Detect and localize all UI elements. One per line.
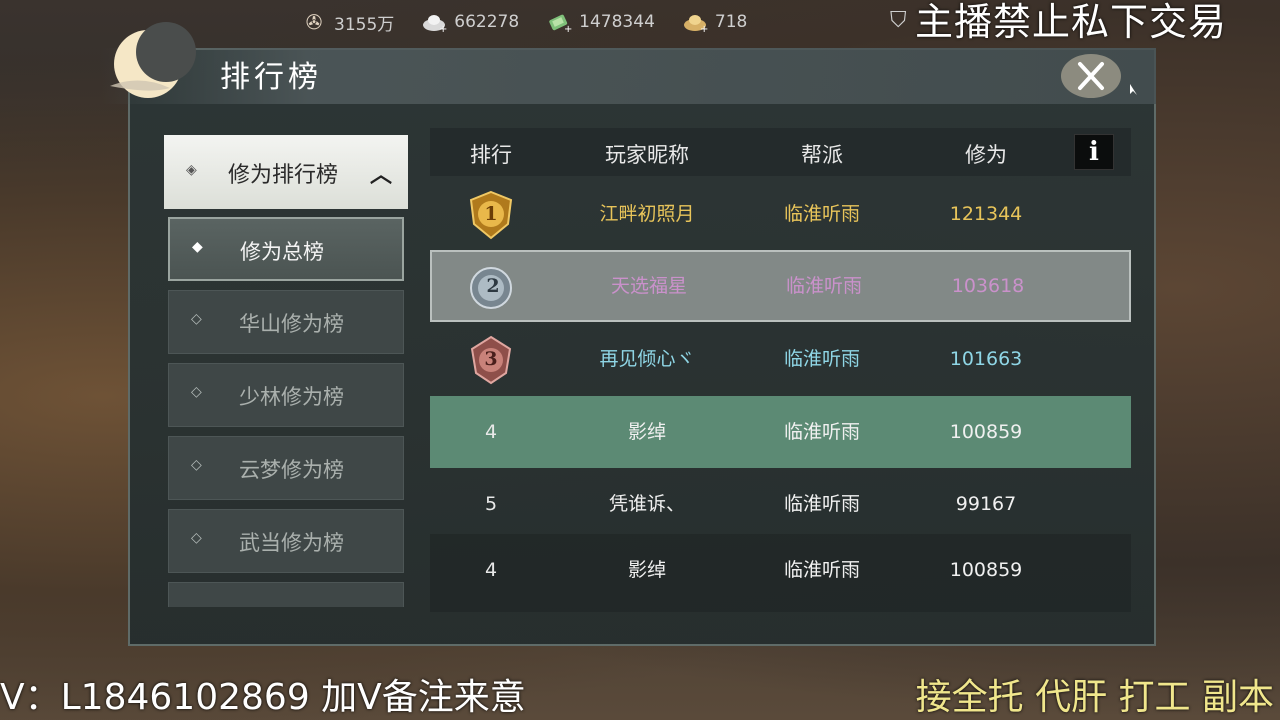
sidebar-item-label: 武当修为榜 <box>239 531 344 555</box>
currency-gold-value: 718 <box>714 12 748 32</box>
film-reel-icon: ✇ <box>305 10 323 34</box>
score: 99167 <box>955 493 1017 515</box>
score: 100859 <box>949 421 1023 443</box>
sidebar-item-shaolin[interactable]: ◇ 少林修为榜 <box>168 363 404 427</box>
rank-cell: 2 <box>486 275 500 297</box>
diamond-icon: ◇ <box>191 457 202 473</box>
shield-icon[interactable]: ⛉ <box>890 8 907 33</box>
table-row-self[interactable]: 4 影绰 临淮听雨 100859 <box>430 396 1131 468</box>
score: 100859 <box>949 559 1023 581</box>
sidebar-item-yunmeng[interactable]: ◇ 云梦修为榜 <box>168 436 404 500</box>
player-name: 天选福星 <box>610 275 688 297</box>
guild-name: 临淮听雨 <box>783 203 861 225</box>
header-guild: 帮派 <box>801 143 843 167</box>
rank-cell: 3 <box>484 348 498 370</box>
guild-name: 临淮听雨 <box>783 559 861 581</box>
rank-cell: 4 <box>484 421 498 443</box>
sidebar: ◈ 修为排行榜 ︿ ◆ 修为总榜 ◇ 华山修为榜 ◇ 少林修为榜 ◇ 云梦修为榜… <box>164 135 408 607</box>
diamond-icon: ◇ <box>191 530 202 546</box>
player-name: 影绰 <box>627 421 667 443</box>
score: 101663 <box>949 348 1023 370</box>
guild-name: 临淮听雨 <box>783 348 861 370</box>
window-title: 排行榜 <box>220 60 322 95</box>
double-diamond-icon: ◈ <box>186 162 197 178</box>
svg-text:+: + <box>700 24 708 33</box>
sidebar-item-more[interactable] <box>168 582 404 607</box>
sidebar-item-label: 修为总榜 <box>240 240 324 264</box>
sidebar-item-wudang[interactable]: ◇ 武当修为榜 <box>168 509 404 573</box>
table-header: 排行 玩家昵称 帮派 修为 i <box>430 128 1131 176</box>
close-icon[interactable] <box>1058 50 1124 102</box>
sidebar-item-label: 云梦修为榜 <box>239 458 344 482</box>
rank-cell: 5 <box>484 493 498 515</box>
guild-name: 临淮听雨 <box>783 493 861 515</box>
silver-ingot-icon: + <box>420 10 448 34</box>
currency-film[interactable]: ✇ 3155万 <box>300 10 395 35</box>
category-label: 修为排行榜 <box>228 163 339 188</box>
service-overlay-text: 接全托 代肝 打工 副本 <box>915 677 1274 718</box>
currency-jade-value: 1478344 <box>579 12 655 32</box>
header-score: 修为 <box>965 143 1007 167</box>
diamond-icon: ◆ <box>192 239 203 255</box>
currency-gold[interactable]: + 718 <box>681 10 747 34</box>
table-row-pinned-self[interactable]: 4 影绰 临淮听雨 100859 <box>430 534 1131 612</box>
gold-ingot-icon: + <box>681 10 709 34</box>
sidebar-item-total[interactable]: ◆ 修为总榜 <box>168 217 404 281</box>
player-name: 江畔初照月 <box>599 203 695 225</box>
currency-jade[interactable]: + 1478344 <box>545 10 655 34</box>
player-name: 影绰 <box>627 559 667 581</box>
diamond-icon: ◇ <box>191 311 202 327</box>
score: 121344 <box>949 203 1023 225</box>
player-name: 再见倾心ヾ <box>599 348 695 370</box>
streamer-notice: 主播禁止私下交易 <box>915 0 1228 44</box>
player-name: 凭谁诉、 <box>608 493 686 515</box>
chevron-up-icon[interactable]: ︿ <box>370 157 392 189</box>
guild-name: 临淮听雨 <box>785 275 863 297</box>
header-player-name: 玩家昵称 <box>605 143 689 167</box>
diamond-icon: ◇ <box>191 384 202 400</box>
contact-overlay-text: V：L1846102869 加V备注来意 <box>0 677 526 718</box>
currency-silver[interactable]: + 662278 <box>420 10 519 34</box>
header-rank: 排行 <box>470 143 512 167</box>
rank-cell: 1 <box>484 203 498 225</box>
sidebar-item-label: 华山修为榜 <box>239 312 344 336</box>
info-button[interactable]: i <box>1074 134 1114 170</box>
svg-text:+: + <box>564 24 572 33</box>
rank-cell: 4 <box>484 559 498 581</box>
currency-film-value: 3155万 <box>334 14 395 35</box>
table-row[interactable]: 5 凭谁诉、 临淮听雨 99167 <box>430 468 1131 540</box>
sidebar-item-label: 少林修为榜 <box>239 385 344 409</box>
ranking-table: 排行 玩家昵称 帮派 修为 i 1 江畔初照月 临淮听雨 121344 2 天选… <box>430 128 1131 614</box>
guild-name: 临淮听雨 <box>783 421 861 443</box>
crescent-moon-icon <box>110 22 196 98</box>
table-row[interactable]: 1 江畔初照月 临淮听雨 121344 <box>430 178 1131 250</box>
table-row[interactable]: 2 天选福星 临淮听雨 103618 <box>430 250 1131 322</box>
category-header[interactable]: ◈ 修为排行榜 ︿ <box>164 135 408 209</box>
currency-silver-value: 662278 <box>454 12 520 32</box>
mouse-cursor-icon <box>1130 84 1137 95</box>
score: 103618 <box>951 275 1025 297</box>
sidebar-item-huashan[interactable]: ◇ 华山修为榜 <box>168 290 404 354</box>
jade-ticket-icon: + <box>545 10 573 34</box>
table-row[interactable]: 3 再见倾心ヾ 临淮听雨 101663 <box>430 323 1131 395</box>
currency-bar: ✇ 3155万 + 662278 + 1478344 + 718 <box>300 0 748 44</box>
svg-text:+: + <box>439 24 447 33</box>
